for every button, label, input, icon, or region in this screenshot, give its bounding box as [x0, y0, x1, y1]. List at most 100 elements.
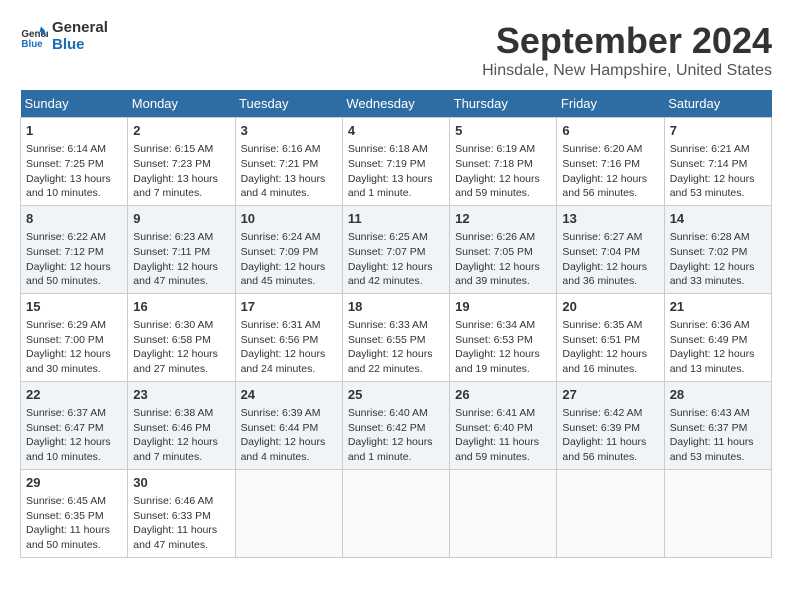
daylight-text: Daylight: 13 hours and 1 minute. [348, 172, 444, 201]
table-row: 28Sunrise: 6:43 AMSunset: 6:37 PMDayligh… [664, 381, 771, 469]
calendar-header-wednesday: Wednesday [342, 90, 449, 118]
sunrise-text: Sunrise: 6:41 AM [455, 406, 551, 421]
calendar-header-row: SundayMondayTuesdayWednesdayThursdayFrid… [21, 90, 772, 118]
sunrise-text: Sunrise: 6:45 AM [26, 494, 122, 509]
daylight-text: Daylight: 12 hours and 10 minutes. [26, 435, 122, 464]
sunrise-text: Sunrise: 6:27 AM [562, 230, 658, 245]
calendar-week-row: 29 Sunrise: 6:45 AMSunset: 6:35 PMDayligh… [21, 469, 772, 557]
daylight-text: Daylight: 12 hours and 16 minutes. [562, 347, 658, 376]
daylight-text: Daylight: 13 hours and 7 minutes. [133, 172, 229, 201]
sunrise-text: Sunrise: 6:19 AM [455, 142, 551, 157]
table-row: 19Sunrise: 6:34 AMSunset: 6:53 PMDayligh… [450, 293, 557, 381]
svg-text:Blue: Blue [21, 38, 43, 49]
sunset-text: Sunset: 7:25 PM [26, 157, 122, 172]
sunset-text: Sunset: 6:42 PM [348, 421, 444, 436]
calendar-week-row: 1Sunrise: 6:14 AMSunset: 7:25 PMDaylight… [21, 118, 772, 206]
table-row: 15Sunrise: 6:29 AMSunset: 7:00 PMDayligh… [21, 293, 128, 381]
sunset-text: Sunset: 7:21 PM [241, 157, 337, 172]
sunrise-text: Sunrise: 6:36 AM [670, 318, 766, 333]
sunset-text: Sunset: 7:04 PM [562, 245, 658, 260]
calendar-header-monday: Monday [128, 90, 235, 118]
sunrise-text: Sunrise: 6:38 AM [133, 406, 229, 421]
sunrise-text: Sunrise: 6:20 AM [562, 142, 658, 157]
table-row: 20Sunrise: 6:35 AMSunset: 6:51 PMDayligh… [557, 293, 664, 381]
table-row: 13 Sunrise: 6:27 AMSunset: 7:04 PMDayligh… [557, 205, 664, 293]
daylight-text: Daylight: 12 hours and 27 minutes. [133, 347, 229, 376]
table-row: 8Sunrise: 6:22 AMSunset: 7:12 PMDaylight… [21, 205, 128, 293]
table-row: 14Sunrise: 6:28 AMSunset: 7:02 PMDayligh… [664, 205, 771, 293]
daylight-text: Daylight: 12 hours and 53 minutes. [670, 172, 766, 201]
sunset-text: Sunset: 6:46 PM [133, 421, 229, 436]
day-number: 1 [26, 122, 122, 140]
sunset-text: Sunset: 6:58 PM [133, 333, 229, 348]
daylight-text: Daylight: 13 hours and 10 minutes. [26, 172, 122, 201]
sunset-text: Sunset: 6:44 PM [241, 421, 337, 436]
day-number: 29 [26, 474, 122, 492]
calendar-week-row: 15Sunrise: 6:29 AMSunset: 7:00 PMDayligh… [21, 293, 772, 381]
calendar-header-tuesday: Tuesday [235, 90, 342, 118]
sunrise-text: Sunrise: 6:28 AM [670, 230, 766, 245]
day-number: 5 [455, 122, 551, 140]
table-row: 1 Sunrise: 6:14 AMSunset: 7:25 PMDaylight… [21, 118, 128, 206]
day-number: 26 [455, 386, 551, 404]
sunset-text: Sunset: 6:49 PM [670, 333, 766, 348]
daylight-text: Daylight: 11 hours and 53 minutes. [670, 435, 766, 464]
day-number: 24 [241, 386, 337, 404]
sunrise-text: Sunrise: 6:39 AM [241, 406, 337, 421]
sunrise-text: Sunrise: 6:33 AM [348, 318, 444, 333]
table-row: 11Sunrise: 6:25 AMSunset: 7:07 PMDayligh… [342, 205, 449, 293]
sunrise-text: Sunrise: 6:22 AM [26, 230, 122, 245]
table-row: 21 Sunrise: 6:36 AMSunset: 6:49 PMDayligh… [664, 293, 771, 381]
sunrise-text: Sunrise: 6:18 AM [348, 142, 444, 157]
daylight-text: Daylight: 12 hours and 22 minutes. [348, 347, 444, 376]
sunrise-text: Sunrise: 6:26 AM [455, 230, 551, 245]
table-row: 9Sunrise: 6:23 AMSunset: 7:11 PMDaylight… [128, 205, 235, 293]
table-row [557, 469, 664, 557]
day-number: 9 [133, 210, 229, 228]
sunset-text: Sunset: 6:53 PM [455, 333, 551, 348]
day-number: 3 [241, 122, 337, 140]
daylight-text: Daylight: 11 hours and 59 minutes. [455, 435, 551, 464]
sunrise-text: Sunrise: 6:21 AM [670, 142, 766, 157]
sunset-text: Sunset: 6:35 PM [26, 509, 122, 524]
day-number: 13 [562, 210, 658, 228]
sunrise-text: Sunrise: 6:14 AM [26, 142, 122, 157]
sunset-text: Sunset: 6:47 PM [26, 421, 122, 436]
location-subtitle: Hinsdale, New Hampshire, United States [482, 62, 772, 80]
calendar-table: SundayMondayTuesdayWednesdayThursdayFrid… [20, 90, 772, 558]
day-number: 16 [133, 298, 229, 316]
daylight-text: Daylight: 12 hours and 36 minutes. [562, 260, 658, 289]
day-number: 11 [348, 210, 444, 228]
month-year-title: September 2024 [482, 20, 772, 62]
day-number: 8 [26, 210, 122, 228]
daylight-text: Daylight: 12 hours and 13 minutes. [670, 347, 766, 376]
day-number: 28 [670, 386, 766, 404]
daylight-text: Daylight: 11 hours and 50 minutes. [26, 523, 122, 552]
sunset-text: Sunset: 7:14 PM [670, 157, 766, 172]
calendar-header-friday: Friday [557, 90, 664, 118]
sunset-text: Sunset: 7:23 PM [133, 157, 229, 172]
daylight-text: Daylight: 12 hours and 39 minutes. [455, 260, 551, 289]
day-number: 22 [26, 386, 122, 404]
table-row: 23Sunrise: 6:38 AMSunset: 6:46 PMDayligh… [128, 381, 235, 469]
daylight-text: Daylight: 12 hours and 47 minutes. [133, 260, 229, 289]
table-row: 16Sunrise: 6:30 AMSunset: 6:58 PMDayligh… [128, 293, 235, 381]
sunset-text: Sunset: 7:19 PM [348, 157, 444, 172]
table-row [664, 469, 771, 557]
daylight-text: Daylight: 13 hours and 4 minutes. [241, 172, 337, 201]
daylight-text: Daylight: 12 hours and 56 minutes. [562, 172, 658, 201]
logo-icon: General Blue [20, 23, 48, 51]
sunset-text: Sunset: 6:37 PM [670, 421, 766, 436]
day-number: 7 [670, 122, 766, 140]
sunset-text: Sunset: 7:02 PM [670, 245, 766, 260]
table-row: 24Sunrise: 6:39 AMSunset: 6:44 PMDayligh… [235, 381, 342, 469]
day-number: 21 [670, 298, 766, 316]
day-number: 23 [133, 386, 229, 404]
table-row: 4Sunrise: 6:18 AMSunset: 7:19 PMDaylight… [342, 118, 449, 206]
sunset-text: Sunset: 6:39 PM [562, 421, 658, 436]
table-row: 26Sunrise: 6:41 AMSunset: 6:40 PMDayligh… [450, 381, 557, 469]
daylight-text: Daylight: 12 hours and 33 minutes. [670, 260, 766, 289]
sunrise-text: Sunrise: 6:42 AM [562, 406, 658, 421]
table-row [235, 469, 342, 557]
sunset-text: Sunset: 7:07 PM [348, 245, 444, 260]
